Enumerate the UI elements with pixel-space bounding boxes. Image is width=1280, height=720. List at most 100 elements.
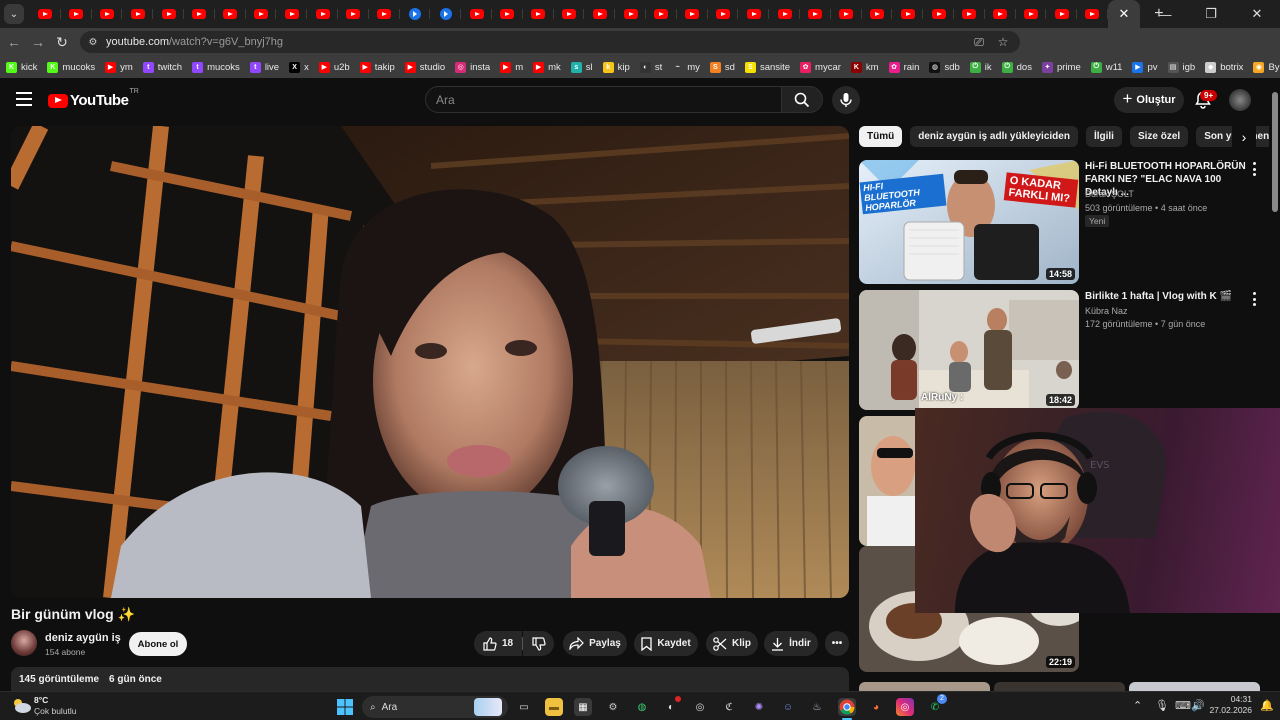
notification-bell-icon[interactable]: 🔔 [1260,699,1274,712]
forward-button[interactable]: → [26,30,50,54]
bookmark-u2b[interactable]: ▶ u2b [318,58,350,76]
tab-youtube[interactable] [954,0,985,28]
tab-youtube[interactable] [92,0,123,28]
tab-youtube[interactable] [677,0,708,28]
tab-youtube[interactable] [892,0,923,28]
bookmark-insta[interactable]: ◎ insta [455,58,490,76]
bookmark-sdb[interactable]: ◍ sdb [929,58,960,76]
bookmark-mucoks[interactable]: Kmucoks [47,58,95,76]
page-scrollbar[interactable] [1272,92,1278,212]
bookmark-kip[interactable]: k kip [602,58,630,76]
obs-icon[interactable]: ◎ [691,698,709,716]
video-thumbnail[interactable]: AlRuNy : 18:42 [859,290,1079,410]
tab-youtube[interactable] [1077,0,1108,28]
back-button[interactable]: ← [2,30,26,54]
video-thumbnail[interactable] [1129,682,1260,691]
search-button[interactable] [782,86,823,113]
bookmark-x[interactable]: Xx [289,58,309,76]
video-thumbnail[interactable] [994,682,1125,691]
instagram-icon[interactable]: ◎ [896,698,914,716]
app-purple-icon[interactable]: ✺ [750,698,768,716]
tab-youtube[interactable] [554,0,585,28]
tab-youtube[interactable] [30,0,61,28]
network-icon[interactable]: ⌨ [1175,699,1191,712]
bookmark-botrix[interactable]: ◆ botrix [1205,58,1243,76]
chip-all[interactable]: Tümü [859,126,903,147]
bookmark-takip[interactable]: ▶ takip [359,58,395,76]
tab-youtube[interactable] [584,0,615,28]
bookmark-ik[interactable]: ⏻ ik [969,58,992,76]
tab-youtube[interactable] [985,0,1016,28]
bookmark-sansite[interactable]: Ssansite [744,58,790,76]
task-view-icon[interactable]: ▭ [515,698,533,716]
recommendation-channel[interactable]: Burak ŞOLT [1085,189,1134,199]
tab-youtube[interactable] [831,0,862,28]
share-button[interactable]: Paylaş [563,631,627,656]
recommendation-channel[interactable]: Kübra Naz [1085,306,1128,316]
tab-youtube[interactable] [369,0,400,28]
start-button[interactable] [336,698,354,716]
weather-widget[interactable] [10,696,32,716]
tab-youtube[interactable] [800,0,831,28]
tab-other[interactable] [430,0,461,28]
tab-youtube[interactable] [338,0,369,28]
bookmark-st[interactable]: ◐ st [639,58,662,76]
bookmark-mucoks[interactable]: t mucoks [192,58,240,76]
search-input[interactable]: Ara [425,86,782,113]
tab-youtube[interactable] [923,0,954,28]
tab-youtube[interactable] [153,0,184,28]
bookmark-km[interactable]: Kkm [850,58,879,76]
chip-filter[interactable]: Size özel [1129,126,1189,147]
channel-name[interactable]: deniz aygün iş [45,632,121,644]
bookmark-my[interactable]: ~ my [672,58,700,76]
taskbar-search[interactable]: ⌕ Ara [362,696,508,718]
tab-youtube[interactable] [1016,0,1047,28]
bookmark-prime[interactable]: ✦ prime [1041,58,1081,76]
tray-overflow-icon[interactable]: ⌃ [1133,699,1142,712]
bookmark-mycar[interactable]: ✿ mycar [800,58,841,76]
chrome-icon[interactable] [838,698,856,716]
video-thumbnail[interactable]: HI-FI BLUETOOTH HOPARLÖR O KADAR FARKLI … [859,160,1079,284]
headset-app-icon[interactable]: ◍ [633,698,651,716]
app-c-icon[interactable]: ℭ [720,698,738,716]
bookmark-dos[interactable]: ⏻ dos [1001,58,1032,76]
address-bar[interactable]: ⚙ youtube.com/watch?v=g6V_bnyj7hg ⎚ ☆ [80,31,1020,53]
store-icon[interactable]: ▦ [574,698,592,716]
tab-other[interactable] [400,0,431,28]
system-clock[interactable]: 04:31 27.02.2026 [1200,694,1252,716]
bookmark-twitch[interactable]: t twitch [142,58,182,76]
bookmark-ym[interactable]: ▶ ym [105,58,133,76]
tab-youtube[interactable] [1046,0,1077,28]
tab-youtube[interactable] [276,0,307,28]
dislike-button[interactable] [523,631,554,656]
discord-icon[interactable]: ☺ [779,698,797,716]
maximize-button[interactable]: ❐ [1188,0,1234,28]
tab-youtube[interactable] [122,0,153,28]
tab-youtube[interactable] [461,0,492,28]
bookmark-pv[interactable]: ▶ pv [1132,58,1158,76]
bookmark-rain[interactable]: ✿ rain [888,58,919,76]
bookmark-sl[interactable]: s sl [570,58,593,76]
minimize-button[interactable]: — [1142,0,1188,28]
save-button[interactable]: Kaydet [634,631,698,656]
tab-youtube[interactable] [523,0,554,28]
video-thumbnail[interactable] [859,682,990,691]
steam-icon[interactable]: ♨ [808,698,826,716]
url-text[interactable]: youtube.com/watch?v=g6V_bnyj7hg [106,36,283,48]
recommendation-item[interactable]: AlRuNy : 18:42 Birlikte 1 hafta | Vlog w… [859,290,1269,410]
tab-youtube[interactable] [492,0,523,28]
tab-youtube[interactable] [215,0,246,28]
bookmark-byno[interactable]: ◉ByNo [1253,58,1280,76]
more-actions-button[interactable]: ••• [825,631,849,656]
chips-next-button[interactable]: › [1232,126,1256,147]
site-info-icon[interactable]: ⚙ [86,35,100,49]
bookmark-studio[interactable]: ▶ studio [404,58,445,76]
create-button[interactable]: + Oluştur [1114,87,1184,113]
user-avatar[interactable] [1229,89,1251,111]
youtube-logo[interactable]: YouTube TR [48,88,139,109]
tab-youtube[interactable] [61,0,92,28]
more-options-icon[interactable] [1251,162,1257,176]
recommendation-title[interactable]: Birlikte 1 hafta | Vlog with K 🎬 [1085,290,1253,303]
bookmark-star-icon[interactable]: ☆ [992,31,1014,53]
recommendation-item[interactable]: HI-FI BLUETOOTH HOPARLÖR O KADAR FARKLI … [859,160,1269,286]
